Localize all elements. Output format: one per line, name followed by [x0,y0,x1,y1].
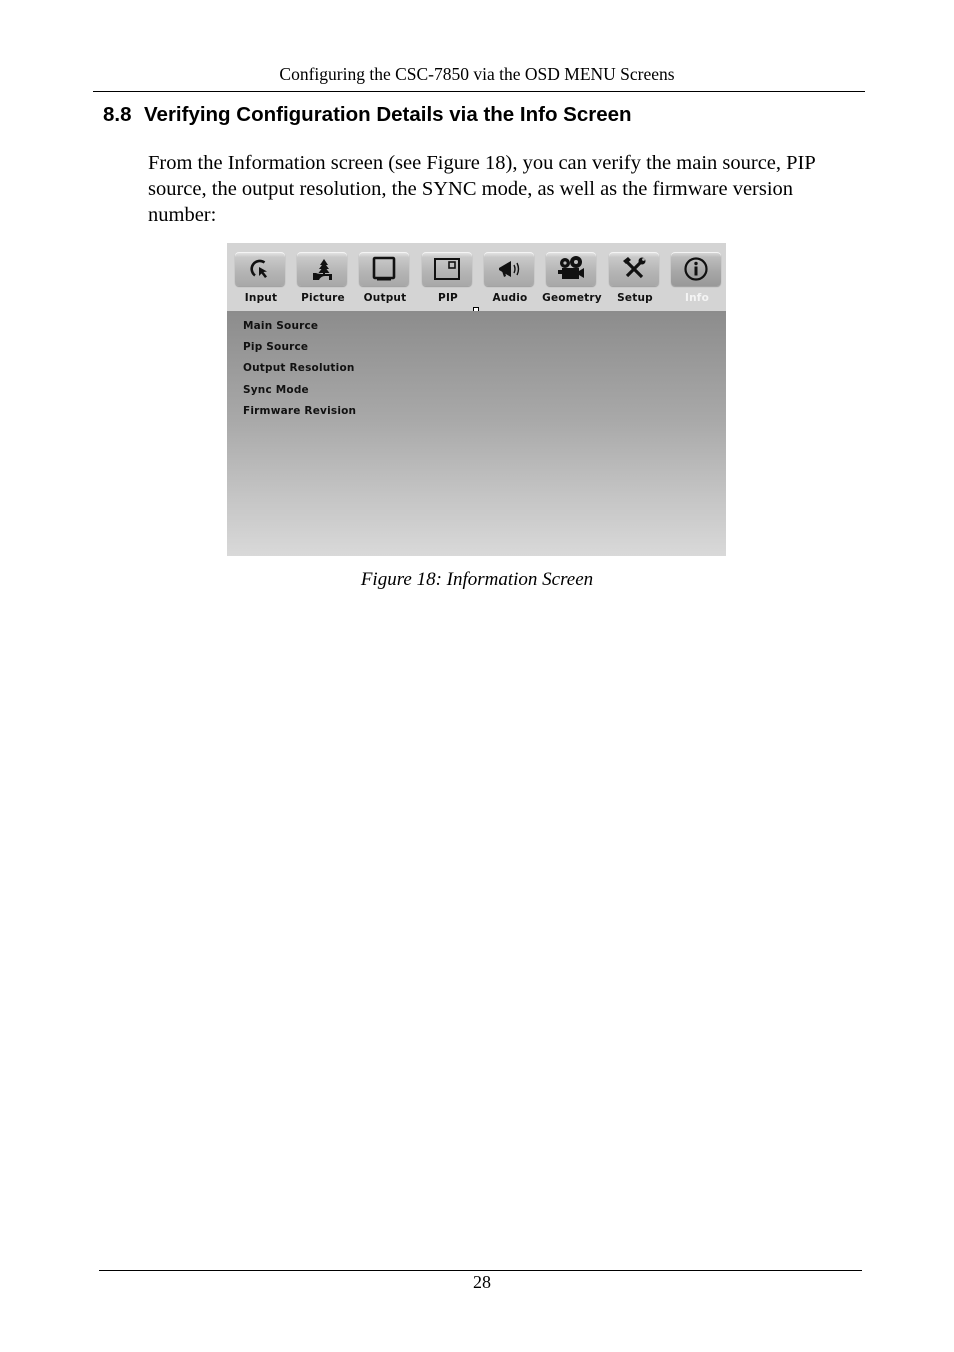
info-item-sync-mode: Sync Mode [243,383,309,396]
tab-label: Info [685,292,709,304]
osd-info-panel: Main Source Pip Source Output Resolution… [227,311,726,556]
pip-button[interactable] [422,252,472,286]
header-rule [93,91,865,92]
body-paragraph: From the Information screen (see Figure … [148,152,816,226]
tab-picture[interactable]: Picture [297,252,349,312]
osd-menu-bar: Input Picture Output PIP Audio Geometry … [227,243,726,311]
figure-caption: Figure 18: Information Screen [360,569,594,590]
footer-rule [99,1270,862,1271]
info-button[interactable] [671,252,721,286]
info-item-pip-source: Pip Source [243,341,309,354]
tv-monitor-icon [372,256,396,281]
tab-input[interactable]: Input [235,252,287,312]
picture-landscape-icon [313,259,332,280]
input-cursor-icon [250,259,267,278]
running-header: Configuring the CSC-7850 via the OSD MEN… [279,64,675,84]
tab-output[interactable]: Output [359,252,411,312]
info-item-firmware-revision: Firmware Revision [243,404,357,417]
tools-icon [623,257,646,279]
input-button[interactable] [235,252,285,286]
output-button[interactable] [359,252,409,286]
info-item-output-resolution: Output Resolution [243,362,355,375]
projector-icon [558,256,584,279]
osd-info-screen: Input Picture Output PIP Audio Geometry … [227,243,726,556]
page-number: 28 [473,1272,491,1292]
tab-audio[interactable]: Audio [484,252,536,312]
audio-button[interactable] [484,252,534,286]
geometry-button[interactable] [546,252,596,286]
tab-setup[interactable]: Setup [609,252,661,312]
setup-button[interactable] [609,252,659,286]
info-list: Main Source Pip Source Output Resolution… [243,319,356,425]
section-title: Verifying Configuration Details via the … [144,103,632,126]
pip-window-icon [434,258,460,280]
info-item-main-source: Main Source [243,320,319,332]
megaphone-icon [499,261,520,277]
section-number: 8.8 [103,103,132,126]
tab-info[interactable]: Info [671,252,723,312]
tab-pip[interactable]: PIP [422,252,474,312]
picture-button[interactable] [297,252,347,286]
info-icon [684,257,708,281]
section-heading: 8.8 Verifying Configuration Details via t… [103,103,632,127]
tab-geometry[interactable]: Geometry [542,252,602,312]
